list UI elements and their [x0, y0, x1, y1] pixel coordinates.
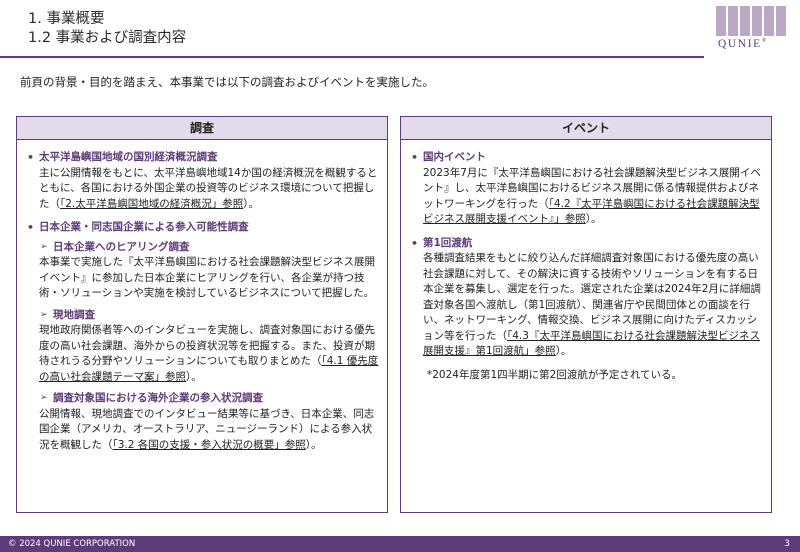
page-title-block: 1. 事業概要 1.2 事業および調査内容 — [28, 10, 186, 48]
item-title: 日本企業・同志国企業による参入可能性調査 — [39, 221, 249, 233]
reference-link[interactable]: 「3.2 各国の支援・参入状況の概要」参照 — [113, 439, 306, 451]
research-panel-body: • 太平洋島嶼国地域の国別経済概況調査 主に公開情報をもとに、太平洋島嶼地域14… — [17, 140, 387, 453]
bullet-icon: • — [27, 151, 35, 164]
chevron-right-icon: ➢ — [40, 241, 48, 252]
list-item: • 日本企業・同志国企業による参入可能性調査 ➢ 日本企業へのヒアリング調査 本… — [25, 220, 379, 453]
research-panel: 調査 • 太平洋島嶼国地域の国別経済概況調査 主に公開情報をもとに、太平洋島嶼地… — [16, 116, 388, 513]
bullet-icon: • — [411, 236, 419, 250]
item-title: 太平洋島嶼国地域の国別経済概況調査 — [39, 151, 218, 163]
item-text: 主に公開情報をもとに、太平洋島嶼地域14か国の経済概況を概観するとともに、各国に… — [39, 166, 378, 210]
sub-item-text: 本事業で実施した『太平洋島嶼国における社会課題解決型ビジネス展開イベント』に参加… — [39, 256, 375, 299]
event-panel-heading: イベント — [401, 117, 771, 140]
copyright-text: © 2024 QUNIE CORPORATION — [8, 539, 136, 549]
sub-item-title: 日本企業へのヒアリング調査 — [53, 240, 190, 253]
item-title: 国内イベント — [423, 151, 486, 163]
sub-item: ➢ 調査対象国における海外企業の参入状況調査 公開情報、現地調査でのインタビュー… — [39, 391, 379, 453]
sub-item-title: 調査対象国における海外企業の参入状況調査 — [53, 392, 263, 404]
qunie-logo: QUNIE® — [710, 0, 800, 62]
bullet-icon: • — [27, 221, 35, 234]
event-panel-body: • 国内イベント 2023年7月に『太平洋島嶼国における社会課題解決型ビジネス展… — [401, 140, 771, 383]
bullet-icon: • — [411, 151, 419, 164]
note-text: *2024年度第1四半期に第2回渡航が予定されている。 — [427, 368, 683, 381]
sub-item-text: 現地政府関係者等へのインタビューを実施し、調査対象国における優先度の高い社会課題… — [39, 324, 379, 383]
list-item: • 太平洋島嶼国地域の国別経済概況調査 主に公開情報をもとに、太平洋島嶼地域14… — [25, 150, 379, 212]
item-text: 2023年7月に『太平洋島嶼国における社会課題解決型ビジネス展開イベント』し、太… — [423, 166, 761, 226]
chevron-right-icon: ➢ — [40, 309, 48, 320]
list-item: • 第1回渡航 各種調査結果をもとに絞り込んだ詳細調査対象国における優先度の高い… — [409, 236, 763, 360]
item-title: 第1回渡航 — [423, 236, 473, 249]
header-divider — [0, 56, 704, 58]
intro-text: 前頁の背景・目的を踏まえ、本事業では以下の調査およびイベントを実施した。 — [20, 75, 434, 89]
sub-item: ➢ 日本企業へのヒアリング調査 本事業で実施した『太平洋島嶼国における社会課題解… — [39, 240, 379, 302]
event-panel: イベント • 国内イベント 2023年7月に『太平洋島嶼国における社会課題解決型… — [400, 116, 772, 513]
logo-wordmark: QUNIE® — [718, 38, 767, 50]
reference-link[interactable]: 「2.太平洋島嶼国地域の経済概況」参照 — [60, 198, 243, 210]
sub-item-title: 現地調査 — [53, 308, 95, 321]
sub-item: ➢ 現地調査 現地政府関係者等へのインタビューを実施し、調査対象国における優先度… — [39, 308, 379, 386]
footer-bar: © 2024 QUNIE CORPORATION 3 — [0, 536, 800, 552]
subsection-title: 1.2 事業および調査内容 — [28, 30, 187, 46]
research-panel-heading: 調査 — [17, 117, 387, 140]
item-text: 各種調査結果をもとに絞り込んだ詳細調査対象国における優先度の高い社会課題に対して… — [423, 252, 761, 357]
list-item: • 国内イベント 2023年7月に『太平洋島嶼国における社会課題解決型ビジネス展… — [409, 150, 763, 228]
sub-item-text: 公開情報、現地調査でのインタビュー結果等に基づき、日本企業、同志国企業（アメリカ… — [39, 407, 375, 451]
section-title: 1. 事業概要 — [28, 11, 105, 27]
page-number: 3 — [784, 539, 790, 549]
chevron-right-icon: ➢ — [40, 393, 48, 403]
